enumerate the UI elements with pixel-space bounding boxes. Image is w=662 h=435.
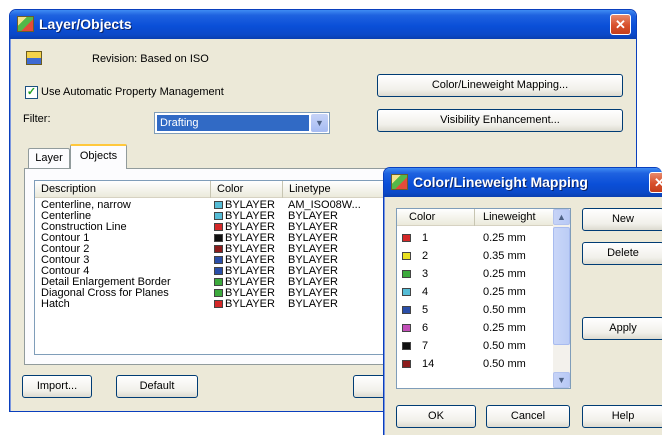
layer-objects-titlebar[interactable]: Layer/Objects ✕	[10, 10, 636, 39]
row-color-value: 2	[422, 250, 429, 262]
scroll-down-icon[interactable]: ▼	[553, 372, 570, 388]
row-color: 6	[402, 321, 428, 335]
close-icon[interactable]: ✕	[610, 14, 631, 35]
list-item[interactable]: 7 0.50 mm	[397, 339, 553, 353]
list-item[interactable]: 2 0.35 mm	[397, 249, 553, 263]
row-color: 2	[402, 249, 428, 263]
cancel-button[interactable]: Cancel	[486, 405, 570, 428]
list-item[interactable]: 4 0.25 mm	[397, 285, 553, 299]
close-icon[interactable]: ✕	[649, 172, 662, 193]
color-swatch	[402, 252, 411, 260]
list-item[interactable]: 3 0.25 mm	[397, 267, 553, 281]
tab-layer[interactable]: Layer	[28, 148, 70, 168]
color-swatch	[402, 324, 411, 332]
revision-icon	[26, 51, 42, 65]
use-auto-property-checkbox[interactable]: ✓	[25, 86, 38, 99]
app-icon	[391, 174, 408, 190]
color-swatch	[402, 270, 411, 278]
color-swatch	[214, 300, 223, 308]
row-color: 3	[402, 267, 428, 281]
row-lineweight: 0.50 mm	[483, 304, 526, 316]
color-swatch	[214, 256, 223, 264]
color-swatch	[402, 234, 411, 242]
apply-button[interactable]: Apply	[582, 317, 662, 340]
row-color-value: 7	[422, 340, 429, 352]
list-item[interactable]: 5 0.50 mm	[397, 303, 553, 317]
chevron-down-icon[interactable]: ▼	[311, 114, 328, 132]
row-color-value: 5	[422, 304, 429, 316]
color-swatch	[214, 267, 223, 275]
ok-button[interactable]: OK	[396, 405, 476, 428]
color-swatch	[214, 234, 223, 242]
row-lineweight: 0.50 mm	[483, 340, 526, 352]
column-color[interactable]: Color	[211, 181, 283, 198]
filter-label: Filter:	[23, 113, 51, 125]
filter-combo[interactable]: Drafting ▼	[154, 112, 330, 134]
row-linetype: BYLAYER	[288, 298, 338, 310]
list-item[interactable]: 1 0.25 mm	[397, 231, 553, 245]
revision-text: Revision: Based on ISO	[92, 53, 209, 65]
scroll-up-icon[interactable]: ▲	[553, 209, 570, 225]
mapping-list[interactable]: Color Lineweight 1 0.25 mm 2 0.35 mm 3 0.25 m…	[396, 208, 571, 389]
column-lineweight[interactable]: Lineweight	[475, 209, 555, 226]
new-button[interactable]: New	[582, 208, 662, 231]
scroll-thumb[interactable]	[553, 227, 570, 345]
column-color[interactable]: Color	[397, 209, 475, 226]
color-swatch	[214, 212, 223, 220]
tab-objects[interactable]: Objects	[70, 144, 127, 169]
color-swatch	[402, 306, 411, 314]
use-auto-property-label: Use Automatic Property Management	[41, 86, 224, 98]
dialog-title: Layer/Objects	[39, 16, 132, 32]
tab-layer-label: Layer	[35, 152, 63, 164]
visibility-enhancement-button[interactable]: Visibility Enhancement...	[377, 109, 623, 132]
row-color: BYLAYER	[214, 299, 275, 310]
row-color-value: 14	[422, 358, 435, 370]
row-color: 7	[402, 339, 428, 353]
help-button[interactable]: Help	[582, 405, 662, 428]
row-color: 14	[402, 357, 434, 371]
color-swatch	[214, 223, 223, 231]
color-swatch	[214, 201, 223, 209]
row-color-value: 1	[422, 232, 429, 244]
color-swatch	[214, 278, 223, 286]
row-description: Hatch	[41, 298, 70, 310]
list-item[interactable]: 6 0.25 mm	[397, 321, 553, 335]
row-lineweight: 0.25 mm	[483, 268, 526, 280]
row-lineweight: 0.35 mm	[483, 250, 526, 262]
row-color: 1	[402, 231, 428, 245]
color-lineweight-dialog: Color/Lineweight Mapping ✕ Color Linewei…	[383, 167, 662, 435]
row-lineweight: 0.50 mm	[483, 358, 526, 370]
column-description[interactable]: Description	[35, 181, 211, 198]
app-icon	[17, 16, 34, 32]
color-lineweight-mapping-button[interactable]: Color/Lineweight Mapping...	[377, 74, 623, 97]
color-swatch	[402, 360, 411, 368]
mapping-scrollbar[interactable]: ▲ ▼	[553, 209, 570, 388]
row-color: 4	[402, 285, 428, 299]
filter-value: Drafting	[157, 115, 309, 131]
mapping-titlebar[interactable]: Color/Lineweight Mapping ✕	[384, 168, 662, 197]
color-swatch	[214, 245, 223, 253]
row-lineweight: 0.25 mm	[483, 322, 526, 334]
row-color-value: 6	[422, 322, 429, 334]
row-color-value: 4	[422, 286, 429, 298]
row-lineweight: 0.25 mm	[483, 232, 526, 244]
list-item[interactable]: 14 0.50 mm	[397, 357, 553, 371]
delete-button[interactable]: Delete	[582, 242, 662, 265]
row-color-value: BYLAYER	[225, 298, 275, 310]
import-button[interactable]: Import...	[22, 375, 92, 398]
default-button[interactable]: Default	[116, 375, 198, 398]
mapping-title: Color/Lineweight Mapping	[413, 174, 588, 190]
color-swatch	[214, 289, 223, 297]
row-lineweight: 0.25 mm	[483, 286, 526, 298]
row-color: 5	[402, 303, 428, 317]
mapping-list-header: Color Lineweight	[397, 209, 555, 226]
row-color-value: 3	[422, 268, 429, 280]
color-swatch	[402, 342, 411, 350]
tab-objects-label: Objects	[79, 150, 118, 162]
color-swatch	[402, 288, 411, 296]
